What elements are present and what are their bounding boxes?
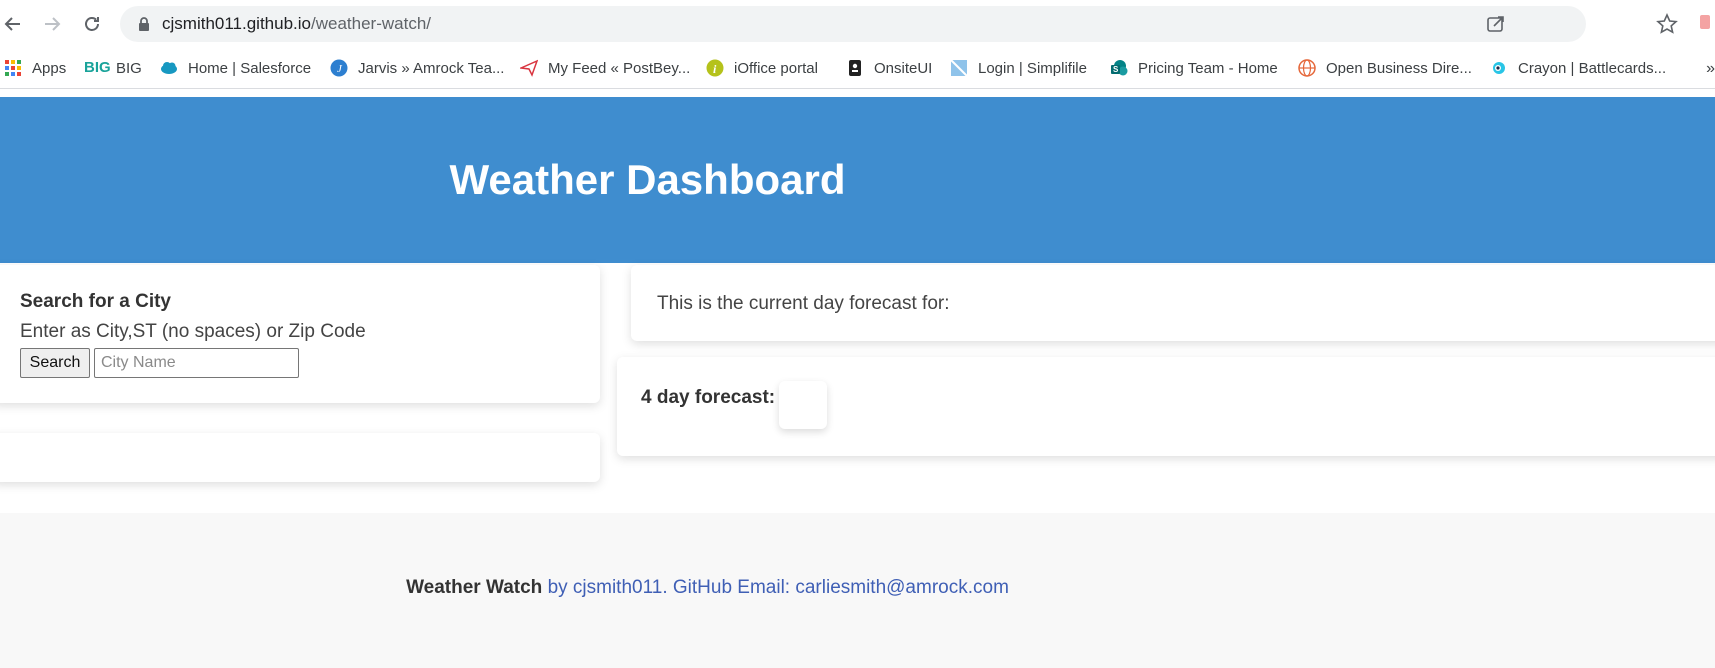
search-button[interactable]: Search (20, 348, 90, 378)
simplifile-icon (950, 59, 968, 77)
bookmark-label: Apps (32, 59, 67, 77)
bookmark-label: Jarvis » Amrock Tea... (358, 59, 505, 77)
bookmarks-bar: Apps BIG BIG Home | Salesforce J Jarvis … (0, 48, 1715, 89)
bookmark-crayon[interactable]: Crayon | Battlecards... (1490, 56, 1666, 80)
bookmark-label: OnsiteUI (874, 59, 933, 77)
back-arrow-icon (4, 17, 20, 31)
svg-text:S: S (1113, 65, 1119, 74)
reload-button[interactable] (80, 12, 104, 36)
page-title: Weather Dashboard (449, 156, 846, 203)
sharepoint-icon: S (1111, 60, 1128, 76)
address-bar[interactable]: cjsmith011.github.io/weather-watch/ (120, 6, 1586, 42)
city-search-input[interactable] (94, 348, 299, 378)
bookmark-label: Home | Salesforce (188, 59, 312, 77)
search-title: Search for a City (20, 291, 171, 312)
header-banner: Weather Dashboard (0, 97, 1715, 263)
bookmark-label: Crayon | Battlecards... (1518, 59, 1667, 77)
forward-button[interactable] (40, 12, 64, 36)
bookmark-onsiteui[interactable]: OnsiteUI (846, 56, 932, 80)
footer-brand: Weather Watch (406, 577, 543, 598)
search-panel: Search for a City Enter as City,ST (no s… (0, 265, 600, 403)
lock-icon (139, 17, 149, 31)
bookmark-simplifile[interactable]: Login | Simplifile (950, 56, 1087, 80)
bookmarks-overflow-button[interactable]: » (1706, 60, 1715, 78)
big-logo-icon: BIG (84, 59, 111, 76)
jarvis-icon: J (330, 59, 348, 77)
four-day-forecast-panel: 4 day forecast: (617, 357, 1715, 456)
bookmark-salesforce[interactable]: Home | Salesforce (160, 56, 311, 80)
footer-text: Weather Watch by cjsmith011. GitHub Emai… (0, 577, 1565, 599)
forward-arrow-icon (45, 17, 61, 31)
bookmark-label: Pricing Team - Home (1138, 59, 1278, 77)
current-forecast-text: This is the current day forecast for: (657, 293, 950, 314)
extension-icon[interactable] (1700, 15, 1710, 29)
bookmark-label: Open Business Dire... (1326, 59, 1472, 77)
bookmark-apps[interactable]: Apps (4, 56, 66, 80)
bookmark-star-icon[interactable] (1656, 13, 1678, 35)
bookmark-jarvis[interactable]: J Jarvis » Amrock Tea... (330, 56, 504, 80)
apps-grid-icon (5, 60, 21, 76)
salesforce-cloud-icon (161, 62, 177, 74)
share-icon[interactable] (1486, 14, 1506, 34)
forecast-label: 4 day forecast: (641, 387, 776, 408)
search-hint: Enter as City,ST (no spaces) or Zip Code (20, 321, 366, 342)
search-history-panel (0, 433, 600, 482)
bookmark-pricing-team[interactable]: S Pricing Team - Home (1110, 56, 1278, 80)
reload-icon (85, 17, 99, 31)
bookmark-big[interactable]: BIG BIG (84, 56, 142, 80)
info-icon: i (706, 59, 724, 77)
badge-icon (849, 60, 861, 76)
paper-plane-icon (520, 59, 538, 77)
browser-toolbar: cjsmith011.github.io/weather-watch/ (0, 0, 1715, 48)
crayon-icon (1493, 62, 1505, 74)
bookmark-open-business[interactable]: Open Business Dire... (1298, 56, 1472, 80)
bookmark-label: My Feed « PostBey... (548, 59, 691, 77)
browser-chrome: cjsmith011.github.io/weather-watch/ Apps… (0, 0, 1715, 96)
current-forecast-panel: This is the current day forecast for: (631, 265, 1715, 341)
url-path: /weather-watch/ (311, 14, 431, 33)
forecast-day-card (779, 381, 827, 429)
bookmark-postbeyond[interactable]: My Feed « PostBey... (520, 56, 690, 80)
globe-icon (1298, 59, 1316, 77)
bookmark-ioffice[interactable]: i iOffice portal (706, 56, 818, 80)
bookmark-label: iOffice portal (734, 59, 818, 77)
url-host: cjsmith011.github.io (162, 14, 311, 33)
page-footer: Weather Watch by cjsmith011. GitHub Emai… (0, 513, 1715, 668)
url-text: cjsmith011.github.io/weather-watch/ (162, 14, 431, 34)
footer-byline-link[interactable]: by cjsmith011. GitHub Email: carliesmith… (548, 577, 1009, 598)
back-button[interactable] (1, 12, 25, 36)
bookmark-label: BIG (116, 59, 142, 77)
bookmark-label: Login | Simplifile (978, 59, 1087, 77)
